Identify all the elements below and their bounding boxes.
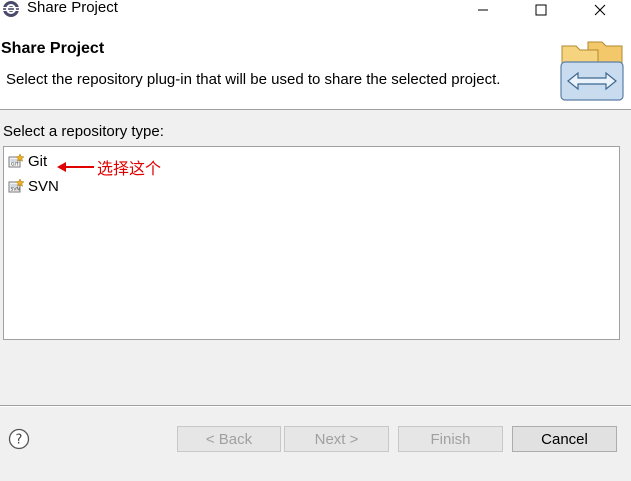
cancel-button[interactable]: Cancel: [512, 426, 617, 452]
close-button[interactable]: [580, 0, 620, 20]
next-button[interactable]: Next >: [284, 426, 389, 452]
list-item-svn[interactable]: SVN SVN: [8, 176, 59, 196]
list-item-git[interactable]: GIT Git: [8, 151, 47, 171]
share-folders-icon: [560, 41, 624, 101]
maximize-icon: [535, 4, 547, 16]
share-project-dialog: Share Project Share Project Select the r…: [0, 0, 631, 481]
svg-text:SVN: SVN: [11, 187, 20, 193]
eclipse-app-icon: [3, 1, 19, 17]
red-arrow-icon: [57, 162, 94, 172]
back-button[interactable]: < Back: [177, 426, 281, 452]
page-title: Share Project: [1, 40, 105, 57]
minimize-icon: [478, 9, 488, 11]
wizard-banner: Share Project Select the repository plug…: [0, 20, 631, 110]
annotation: 选择这个: [57, 155, 161, 179]
close-icon: [594, 4, 606, 16]
svn-repository-icon: SVN: [8, 178, 24, 193]
svg-text:?: ?: [16, 433, 23, 448]
maximize-button[interactable]: [521, 0, 561, 20]
svg-text:GIT: GIT: [11, 162, 19, 168]
minimize-button[interactable]: [463, 0, 503, 20]
finish-button[interactable]: Finish: [398, 426, 503, 452]
list-item-label: Git: [28, 152, 48, 170]
title-bar: Share Project: [0, 0, 631, 20]
list-item-label: SVN: [28, 177, 59, 195]
git-repository-icon: GIT: [8, 153, 24, 168]
window-title: Share Project: [27, 0, 118, 16]
repository-type-label: Select a repository type:: [3, 123, 164, 140]
repository-type-list: GIT Git SVN SVN 选择这个: [3, 146, 620, 340]
page-description: Select the repository plug-in that will …: [6, 71, 501, 88]
help-icon[interactable]: ?: [8, 428, 30, 450]
annotation-text: 选择这个: [97, 161, 162, 178]
footer-separator: [0, 405, 631, 407]
